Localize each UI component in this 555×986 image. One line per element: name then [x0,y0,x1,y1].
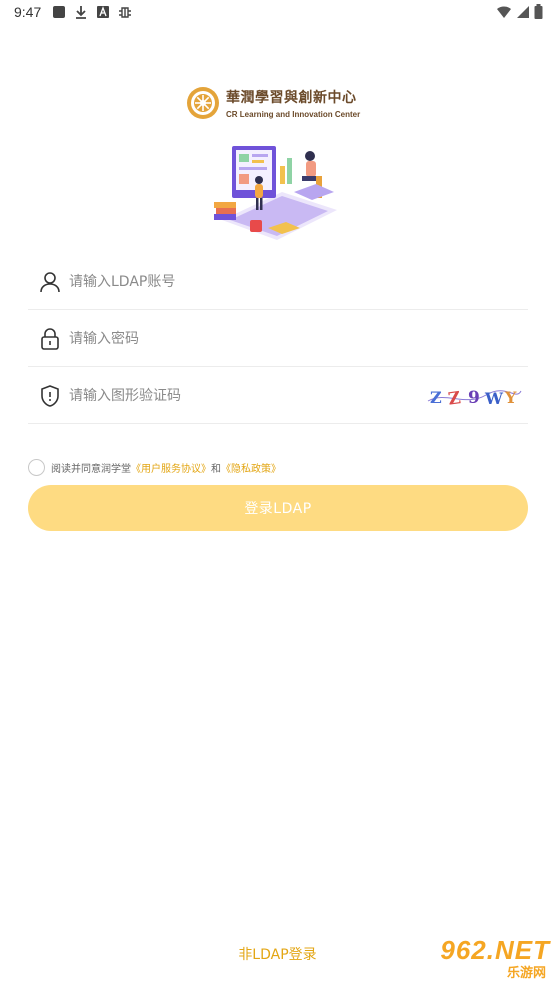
site-watermark: 962.NET 乐游网 [416,936,550,982]
login-ldap-button[interactable]: 登录LDAP [28,485,528,531]
svg-text:Y: Y [504,388,517,407]
download-icon [73,4,89,20]
watermark-line2: 乐游网 [506,965,546,981]
agreement-row: 阅读并同意润学堂 《用户服务协议》 和 《隐私政策》 [28,459,281,476]
username-field [28,254,528,310]
svg-text:9: 9 [468,388,480,408]
user-icon [39,271,61,293]
agreement-prefix: 阅读并同意润学堂 [51,464,131,475]
wifi-icon [496,5,512,23]
privacy-policy-link[interactable]: 《隐私政策》 [221,460,281,475]
captcha-image[interactable]: Z Z 9 W Y [426,383,522,409]
svg-text:W: W [484,389,504,408]
bug-icon [117,4,133,20]
status-bar: 9:47 [0,0,555,24]
captcha-field: Z Z 9 W Y [28,368,528,424]
logo-title-en: CR Learning and Innovation Center [226,110,361,119]
app-a-icon [95,4,111,20]
status-time: 9:47 [14,4,42,20]
battery-icon [534,4,543,23]
svg-text:Z: Z [430,388,442,407]
username-input[interactable] [69,266,528,297]
agreement-conj: 和 [211,464,221,475]
captcha-input[interactable] [69,380,426,411]
hero-illustration [212,140,342,252]
brand-logo: 華潤學習與創新中心 CR Learning and Innovation Cen… [186,86,360,120]
user-agreement-link[interactable]: 《用户服务协议》 [131,460,211,475]
logo-title-cn: 華潤學習與創新中心 [226,90,357,106]
logo-emblem-icon [186,86,220,120]
agreement-checkbox[interactable] [28,459,45,476]
password-input[interactable] [69,323,528,354]
svg-text:Z: Z [447,388,462,409]
password-field [28,311,528,367]
shield-icon [39,384,61,407]
signal-icon [516,5,530,23]
notification-square-icon [51,4,67,20]
watermark-line1: 962.NET [440,934,550,965]
lock-icon [39,327,61,350]
